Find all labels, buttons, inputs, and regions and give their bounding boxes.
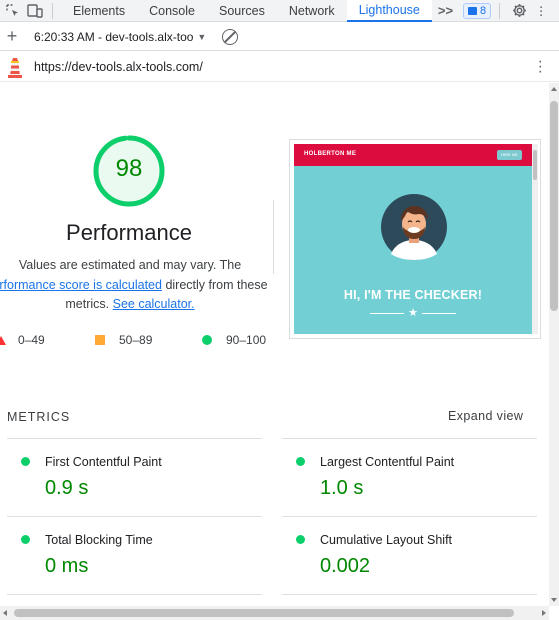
device-toolbar-icon[interactable]	[24, 0, 46, 22]
metric-tbt-name: Total Blocking Time	[45, 533, 153, 547]
metric-lcp-value: 1.0 s	[320, 477, 364, 499]
horizontal-scrollbar[interactable]	[0, 606, 549, 620]
metric-tbt-value: 0 ms	[45, 555, 89, 577]
report-url[interactable]: https://dev-tools.alx-tools.com/	[34, 60, 203, 74]
screenshot-hire-button: HIRE ME	[497, 150, 522, 160]
inspect-element-icon[interactable]	[2, 0, 24, 22]
tab-sources[interactable]: Sources	[207, 0, 277, 22]
horizontal-scroll-thumb[interactable]	[14, 609, 514, 617]
report-menu-kebab-icon[interactable]: · · ·	[538, 54, 543, 80]
settings-gear-icon[interactable]	[508, 0, 530, 22]
fail-triangle-icon	[0, 335, 6, 345]
screenshot-divider-line	[370, 313, 404, 314]
message-icon	[468, 6, 478, 15]
report-selector-label: 6:20:33 AM - dev-tools.alx-too	[34, 29, 194, 44]
screenshot-divider-line	[422, 313, 456, 314]
section-divider	[273, 200, 274, 274]
metric-fcp-name: First Contentful Paint	[45, 455, 162, 469]
metrics-divider	[7, 516, 262, 517]
metrics-divider	[282, 516, 537, 517]
avatar-illustration	[381, 194, 447, 260]
legend-average: 50–89	[95, 333, 152, 347]
more-tabs-icon[interactable]: >>	[432, 3, 459, 18]
screenshot-brand: HOLBERTON ME	[304, 151, 357, 157]
pass-dot-icon	[21, 457, 30, 466]
tab-network[interactable]: Network	[277, 0, 347, 22]
vertical-scrollbar[interactable]	[549, 83, 559, 606]
performance-score-value: 98	[115, 155, 143, 182]
pass-dot-icon	[296, 535, 305, 544]
scroll-down-icon[interactable]	[551, 598, 557, 602]
tab-elements[interactable]: Elements	[61, 0, 137, 22]
clear-reports-icon[interactable]	[222, 28, 239, 45]
issues-badge[interactable]: 8	[463, 2, 492, 19]
metric-cls-name: Cumulative Layout Shift	[320, 533, 453, 547]
metric-cls-value: 0.002	[320, 555, 371, 577]
toolbar-divider	[52, 2, 53, 19]
star-icon: ★	[408, 307, 418, 319]
report-selector-dropdown[interactable]: 6:20:33 AM - dev-tools.alx-too ▼	[34, 30, 206, 44]
tab-console[interactable]: Console	[137, 0, 207, 22]
metrics-heading: METRICS	[7, 410, 71, 424]
metric-fcp-value: 0.9 s	[45, 477, 89, 499]
legend-fail: 0–49	[0, 333, 45, 347]
pass-dot-icon	[296, 457, 305, 466]
tab-lighthouse[interactable]: Lighthouse	[346, 0, 432, 22]
expand-view-toggle[interactable]: Expand view	[448, 409, 523, 423]
lighthouse-logo-icon	[8, 56, 22, 78]
vertical-scroll-thumb[interactable]	[550, 101, 558, 311]
see-calculator-link[interactable]: See calculator.	[113, 297, 195, 311]
final-screenshot[interactable]: HOLBERTON ME HIRE ME HI, I'M THE CHECKER…	[289, 139, 541, 339]
performance-description: Values are estimated and may vary. The e…	[0, 256, 280, 315]
new-report-plus-icon[interactable]: +	[0, 26, 24, 47]
scroll-left-icon[interactable]	[3, 610, 7, 616]
caret-down-icon: ▼	[197, 31, 207, 42]
metrics-divider	[7, 594, 262, 595]
more-options-kebab-icon[interactable]: · · ·	[530, 0, 552, 22]
metrics-divider	[282, 438, 537, 439]
screenshot-scrollbar	[532, 144, 538, 334]
metrics-divider	[282, 594, 537, 595]
report-url-bar: https://dev-tools.alx-tools.com/ · · ·	[0, 52, 559, 82]
performance-title: Performance	[66, 220, 192, 245]
metric-lcp-name: Largest Contentful Paint	[320, 455, 455, 469]
screenshot-page: HOLBERTON ME HIRE ME HI, I'M THE CHECKER…	[294, 144, 538, 334]
scroll-right-icon[interactable]	[542, 610, 546, 616]
issues-count: 8	[480, 4, 487, 17]
screenshot-headline: HI, I'M THE CHECKER!	[343, 288, 483, 302]
score-calculated-link[interactable]: erformance score is calculated	[0, 278, 162, 292]
lighthouse-toolbar: + 6:20:33 AM - dev-tools.alx-too ▼	[0, 23, 559, 51]
toolbar-divider	[499, 2, 501, 19]
pass-circle-icon	[202, 335, 212, 345]
pass-dot-icon	[21, 535, 30, 544]
average-square-icon	[95, 335, 105, 345]
metrics-divider	[7, 438, 262, 439]
devtools-tab-bar: Elements Console Sources Network Lightho…	[0, 0, 559, 22]
scroll-up-icon[interactable]	[551, 87, 557, 91]
legend-pass: 90–100	[202, 333, 266, 347]
screenshot-navbar: HOLBERTON ME HIRE ME	[294, 144, 538, 166]
